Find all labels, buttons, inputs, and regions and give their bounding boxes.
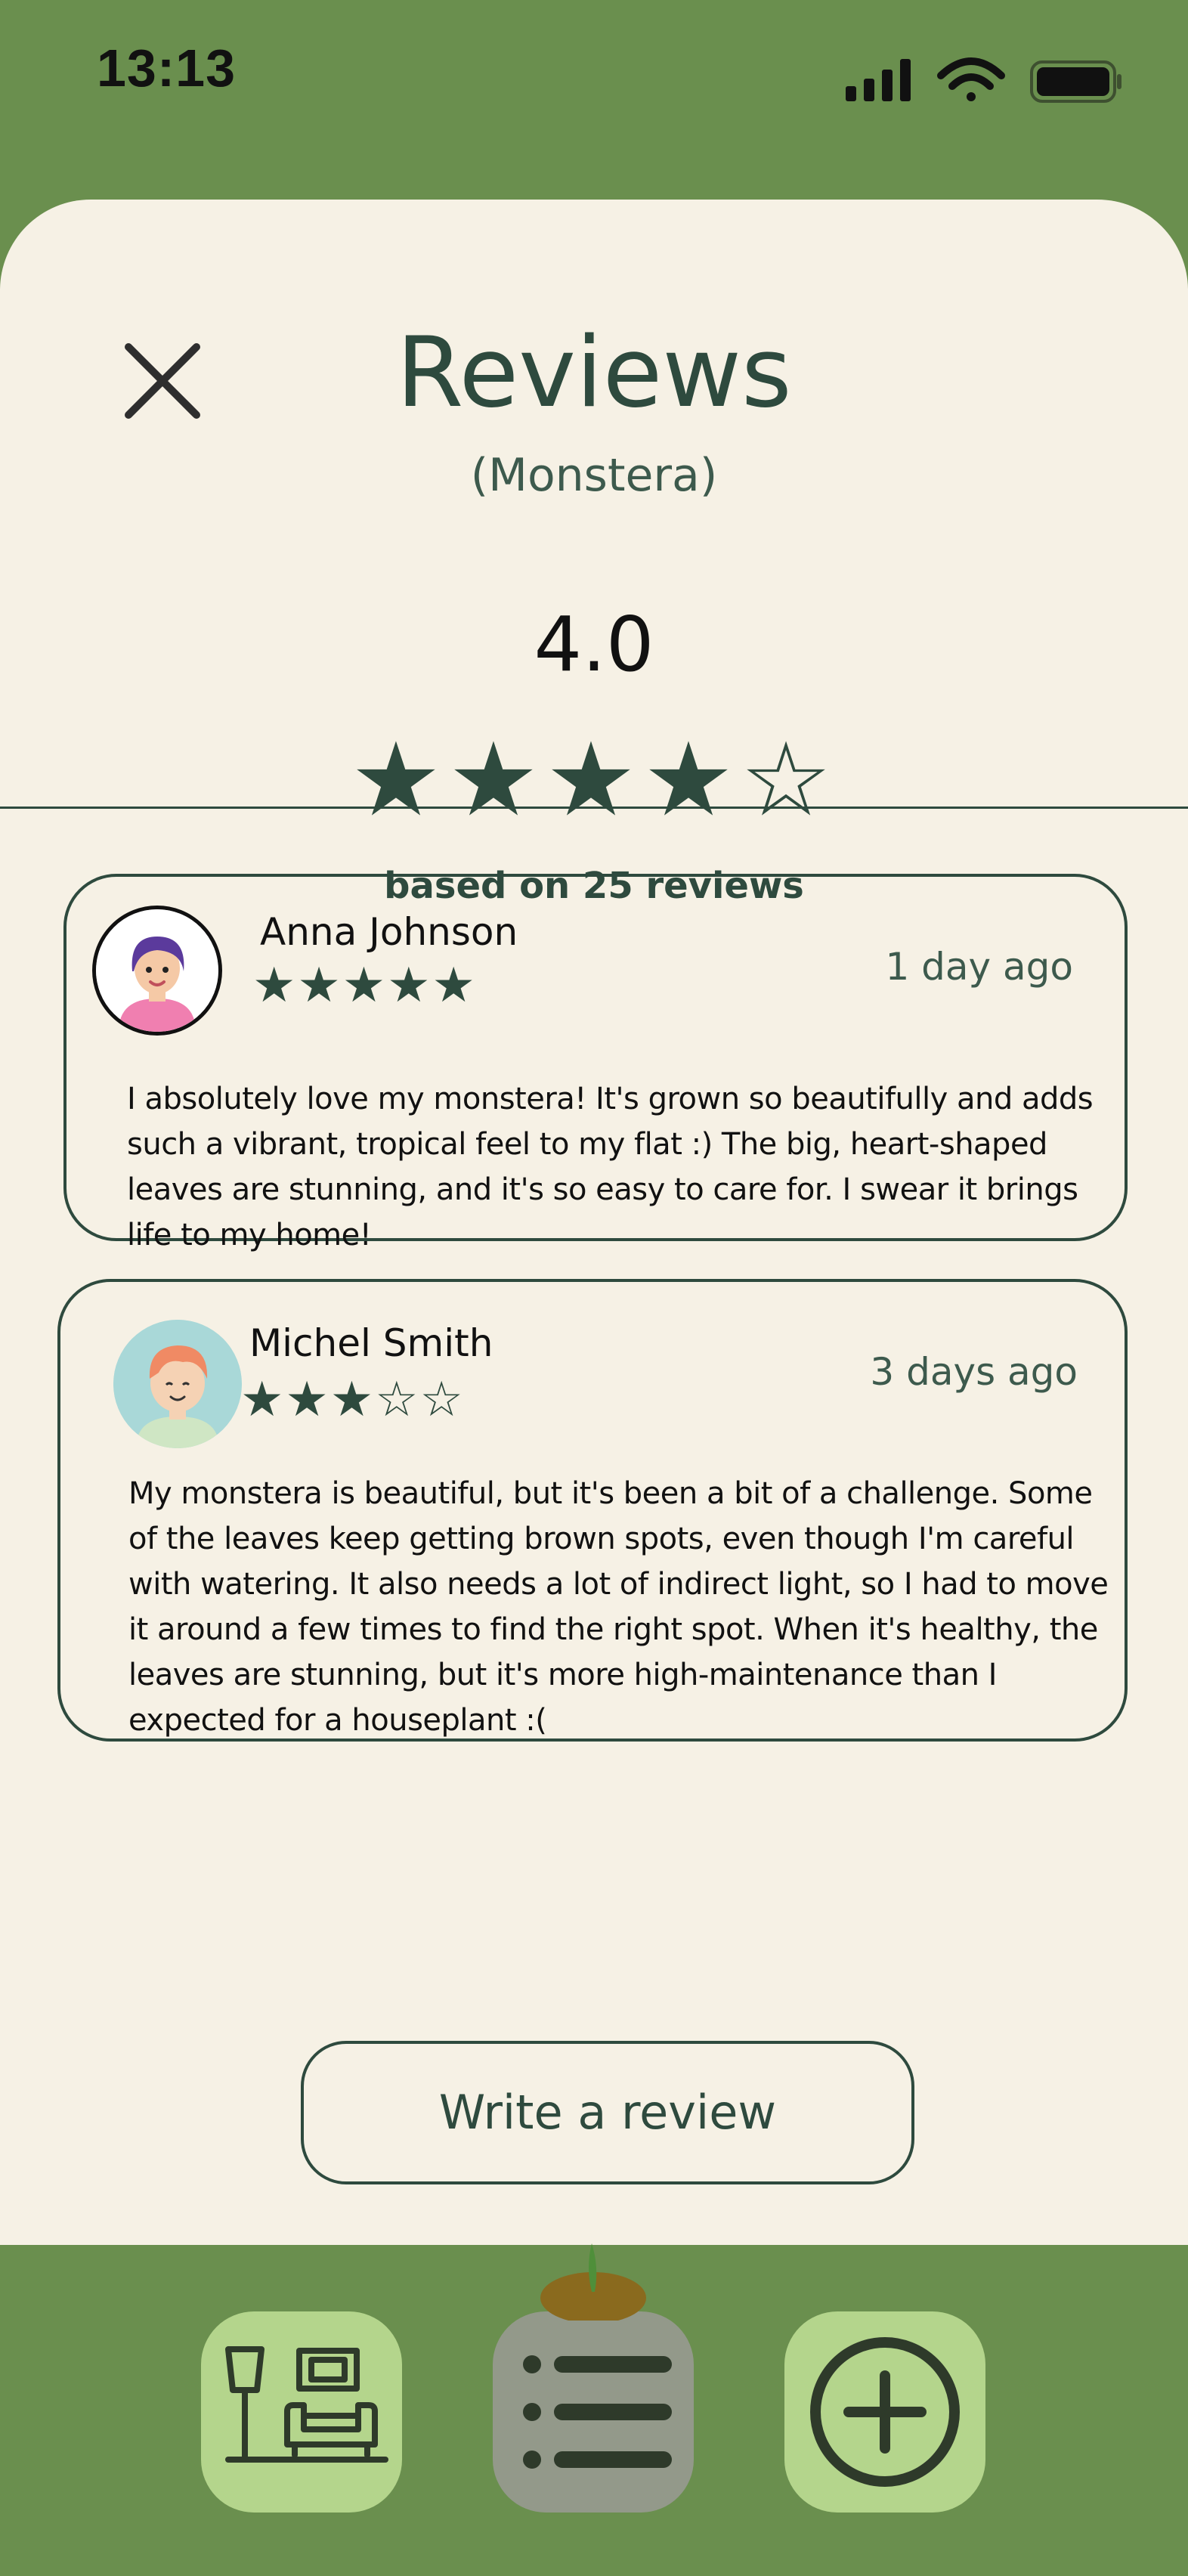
avatar [113, 1320, 242, 1448]
status-icons [846, 57, 1121, 103]
woman-avatar-icon [96, 909, 218, 1032]
reviewer-rating-stars: ★★★☆☆ [240, 1372, 465, 1428]
plus-circle-icon [810, 2337, 960, 2487]
battery-icon [1030, 60, 1121, 103]
tab-list[interactable] [493, 2311, 694, 2513]
review-text: My monstera is beautiful, but it's been … [128, 1476, 1109, 1738]
divider [0, 807, 1188, 809]
review-card: Michel Smith ★★★☆☆ 3 days ago My monster… [57, 1279, 1128, 1742]
review-text: I absolutely love my monstera! It's grow… [127, 1082, 1094, 1252]
wifi-icon [937, 57, 1005, 101]
average-rating: 4.0 [534, 600, 654, 689]
reviewer-name: Anna Johnson [260, 910, 518, 954]
status-time: 13:13 [97, 39, 237, 98]
average-rating-stars: ★★★★☆ [350, 720, 838, 839]
cellular-signal-icon [846, 59, 911, 101]
reviewer-rating-stars: ★★★★★ [252, 958, 477, 1014]
status-bar: 13:13 [0, 0, 1188, 151]
living-room-icon [225, 2346, 388, 2463]
write-review-button[interactable]: Write a review [301, 2041, 914, 2184]
page-subtitle: (Monstera) [470, 449, 718, 502]
list-icon [523, 2355, 672, 2469]
reviewer-name: Michel Smith [249, 1321, 493, 1365]
review-card: Anna Johnson ★★★★★ 1 day ago I absolutel… [63, 874, 1128, 1252]
sprout-icon [540, 2243, 646, 2321]
tab-add[interactable] [784, 2311, 985, 2513]
tab-home[interactable] [201, 2311, 402, 2513]
review-time: 3 days ago [870, 1350, 1078, 1394]
man-avatar-icon [113, 1320, 242, 1448]
page-title: Reviews [396, 317, 792, 429]
avatar [92, 906, 222, 1036]
review-time: 1 day ago [885, 945, 1073, 989]
